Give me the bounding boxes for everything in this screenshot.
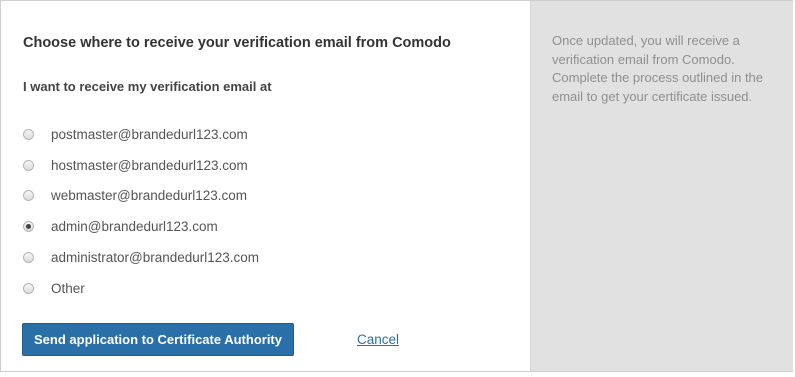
option-admin[interactable]: admin@brandedurl123.com: [23, 211, 259, 242]
option-label: postmaster@brandedurl123.com: [51, 126, 248, 142]
send-application-button[interactable]: Send application to Certificate Authorit…: [22, 323, 294, 356]
option-webmaster[interactable]: webmaster@brandedurl123.com: [23, 181, 259, 212]
option-hostmaster[interactable]: hostmaster@brandedurl123.com: [23, 150, 259, 181]
radio-button[interactable]: [23, 282, 34, 294]
verification-email-dialog: Choose where to receive your verificatio…: [0, 0, 793, 372]
radio-button[interactable]: [23, 190, 34, 202]
radio-button[interactable]: [23, 159, 34, 171]
email-options-list: postmaster@brandedurl123.com hostmaster@…: [23, 119, 259, 304]
option-label: hostmaster@brandedurl123.com: [51, 157, 248, 173]
options-heading: I want to receive my verification email …: [23, 79, 272, 94]
radio-button[interactable]: [23, 221, 34, 233]
option-label: admin@brandedurl123.com: [51, 219, 218, 235]
info-sidebar: Once updated, you will receive a verific…: [530, 1, 793, 371]
option-label: webmaster@brandedurl123.com: [51, 188, 248, 204]
radio-button[interactable]: [23, 252, 34, 264]
option-administrator[interactable]: administrator@brandedurl123.com: [23, 242, 259, 273]
option-postmaster[interactable]: postmaster@brandedurl123.com: [23, 119, 259, 150]
dialog-title: Choose where to receive your verificatio…: [23, 35, 451, 51]
option-label: administrator@brandedurl123.com: [51, 250, 260, 266]
option-label: Other: [51, 280, 85, 296]
radio-button[interactable]: [23, 128, 34, 140]
option-other[interactable]: Other: [23, 273, 259, 304]
cancel-link[interactable]: Cancel: [357, 332, 399, 347]
email-selection-panel: Choose where to receive your verificatio…: [1, 1, 530, 371]
info-text: Once updated, you will receive a verific…: [552, 33, 764, 104]
